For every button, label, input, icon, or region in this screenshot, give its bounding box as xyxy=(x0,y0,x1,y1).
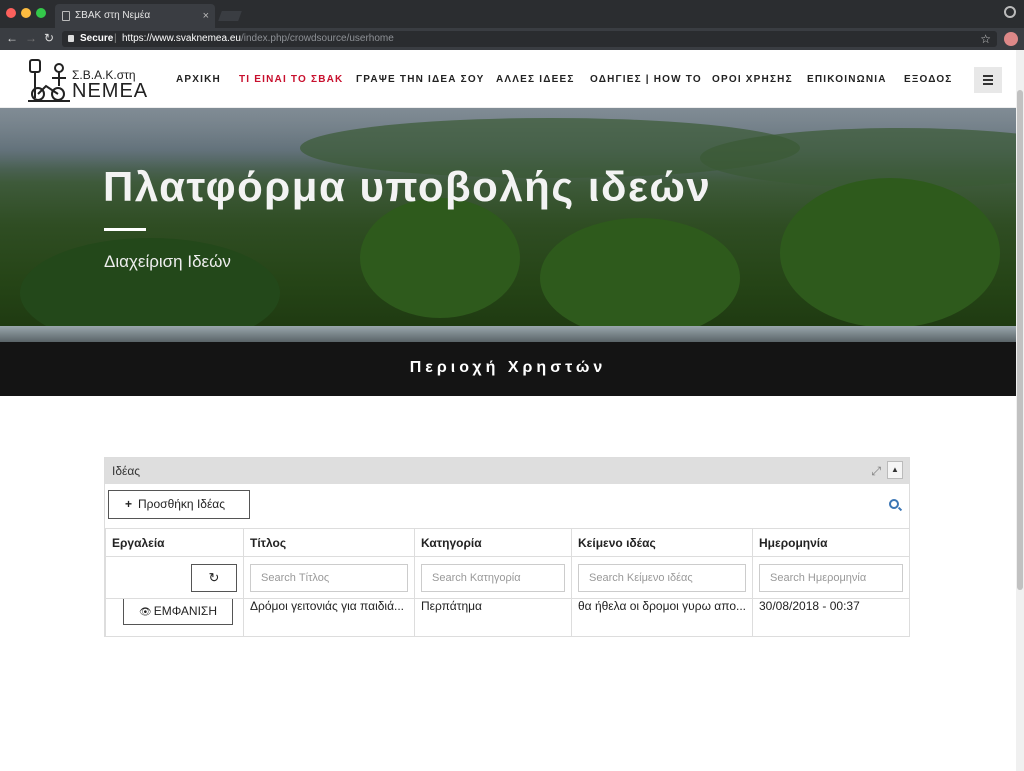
profile-icon[interactable] xyxy=(1004,6,1016,18)
show-idea-button[interactable]: 👁 ΕΜΦΑΝΙΣΗ xyxy=(123,599,233,625)
nav-other-ideas[interactable]: ΑΛΛΕΣ ΙΔΕΕΣ xyxy=(496,74,575,85)
column-header[interactable]: Κατηγορία xyxy=(414,528,572,557)
collapse-icon[interactable]: ▲ xyxy=(887,461,903,479)
secure-label: Secure xyxy=(80,33,114,44)
text-cell: θα ήθελα οι δρομοι γυρω απο... xyxy=(571,598,753,637)
nav-write-idea[interactable]: ΓΡΑΨΕ ΤΗΝ ΙΔΕΑ ΣΟΥ xyxy=(356,74,484,85)
site-logo[interactable]: Σ.Β.Α.Κ.στη ΝΕΜΕΑ xyxy=(28,58,147,102)
close-window-button[interactable] xyxy=(6,8,16,18)
tab-title: ΣΒΑΚ στη Νεμέα xyxy=(75,10,151,21)
tools-filter-cell: ↻ xyxy=(105,556,244,599)
url-path: /index.php/crowdsource/userhome xyxy=(240,33,394,44)
scrollbar-thumb[interactable] xyxy=(1017,90,1023,590)
search-icon[interactable] xyxy=(889,499,899,509)
ideas-panel: Ιδέας ⤢ ▲ + Προσθήκη Ιδέας Εργαλεία Τίτλο… xyxy=(104,457,910,637)
maximize-window-button[interactable] xyxy=(36,8,46,18)
nav-home[interactable]: ΑΡΧΙΚΗ xyxy=(176,74,221,85)
url-text: https://www.svaknemea.eu/index.php/crowd… xyxy=(122,31,394,47)
address-separator: | xyxy=(114,33,117,44)
text-filter-cell: Search Κείμενο ιδέας xyxy=(571,556,753,599)
category-filter-cell: Search Κατηγορία xyxy=(414,556,572,599)
title-filter-cell: Search Τίτλος xyxy=(243,556,415,599)
extension-icon[interactable] xyxy=(1004,32,1018,46)
title-cell: Δρόμοι γειτονιάς για παιδιά... xyxy=(243,598,415,637)
panel-header: Ιδέας ⤢ ▲ xyxy=(105,458,909,484)
column-header[interactable]: Ημερομηνία xyxy=(752,528,910,557)
section-band: Περιοχή Χρηστών xyxy=(0,342,1016,396)
ideas-table: Εργαλεία Τίτλος Κατηγορία Κείμενο ιδέας … xyxy=(105,528,910,637)
guard-rail xyxy=(0,326,1016,342)
nav-terms[interactable]: ΟΡΟΙ ΧΡΗΣΗΣ xyxy=(712,74,793,85)
refresh-button[interactable]: ↻ xyxy=(191,563,237,592)
address-bar[interactable]: Secure | https://www.svaknemea.eu/index.… xyxy=(62,31,997,47)
date-cell: 30/08/2018 - 00:37 xyxy=(752,598,910,637)
nav-instructions[interactable]: ΟΔΗΓΙΕΣ | HOW TO xyxy=(590,74,702,85)
plus-icon: + xyxy=(125,497,133,511)
minimize-window-button[interactable] xyxy=(21,8,31,18)
refresh-icon: ↻ xyxy=(208,569,220,585)
section-title: Περιοχή Χρηστών xyxy=(409,359,607,376)
column-header[interactable]: Τίτλος xyxy=(243,528,415,557)
table-header-row: Εργαλεία Τίτλος Κατηγορία Κείμενο ιδέας … xyxy=(105,528,910,557)
cyclist-logo-icon xyxy=(28,59,70,102)
hero-banner: Πλατφόρμα υποβολής ιδεών Διαχείριση Ιδεώ… xyxy=(0,108,1016,342)
nav-what-is-svak[interactable]: ΤΙ ΕΙΝΑΙ ΤΟ ΣΒΑΚ xyxy=(239,74,343,85)
reload-icon[interactable]: ↻ xyxy=(44,31,54,45)
tools-cell: 👁 ΕΜΦΑΝΙΣΗ xyxy=(105,598,244,637)
expand-icon[interactable]: ⤢ xyxy=(871,464,881,479)
category-cell: Περπάτημα xyxy=(414,598,572,637)
date-filter-cell: Search Ημερομηνία xyxy=(752,556,910,599)
nav-contact[interactable]: ΕΠΙΚΟΙΝΩΝΙΑ xyxy=(807,74,887,85)
eye-icon: 👁 xyxy=(138,607,152,618)
site-header: Σ.Β.Α.Κ.στη ΝΕΜΕΑ ΑΡΧΙΚΗ ΤΙ ΕΙΝΑΙ ΤΟ ΣΒΑ… xyxy=(0,50,1016,108)
table-row: 👁 ΕΜΦΑΝΙΣΗ Δρόμοι γειτονιάς για παιδιά...… xyxy=(105,598,910,637)
column-header: Εργαλεία xyxy=(105,528,244,557)
text-search-input[interactable]: Search Κείμενο ιδέας xyxy=(578,563,746,592)
browser-toolbar: ← → ↻ Secure | https://www.svaknemea.eu/… xyxy=(0,28,1024,50)
new-tab-button[interactable] xyxy=(218,11,242,21)
page-scrollbar[interactable] xyxy=(1016,50,1024,771)
column-header[interactable]: Κείμενο ιδέας xyxy=(571,528,753,557)
menu-icon[interactable] xyxy=(974,67,1002,93)
tree-shape xyxy=(780,178,1000,328)
browser-tab[interactable]: ΣΒΑΚ στη Νεμέα × xyxy=(55,4,215,28)
logo-text-bottom: ΝΕΜΕΑ xyxy=(72,80,149,102)
forward-icon[interactable]: → xyxy=(25,31,37,45)
url-host: https://www.svaknemea.eu xyxy=(122,33,241,44)
panel-title: Ιδέας xyxy=(112,464,141,478)
tree-shape xyxy=(360,198,520,318)
show-label: ΕΜΦΑΝΙΣΗ xyxy=(153,604,218,618)
lock-icon xyxy=(68,35,74,42)
tab-close-icon[interactable]: × xyxy=(203,4,209,28)
hero-subtitle: Διαχείριση Ιδεών xyxy=(104,252,231,271)
bookmark-star-icon[interactable]: ☆ xyxy=(980,31,991,47)
add-idea-button[interactable]: + Προσθήκη Ιδέας xyxy=(108,490,250,519)
browser-tab-bar: ΣΒΑΚ στη Νεμέα × xyxy=(0,0,1024,28)
page-icon xyxy=(62,11,70,21)
add-idea-label: Προσθήκη Ιδέας xyxy=(138,497,226,511)
category-search-input[interactable]: Search Κατηγορία xyxy=(421,563,565,592)
date-search-input[interactable]: Search Ημερομηνία xyxy=(759,563,903,592)
tree-shape xyxy=(540,218,740,338)
back-icon[interactable]: ← xyxy=(6,31,18,45)
hero-title: Πλατφόρμα υποβολής ιδεών xyxy=(103,163,712,210)
hero-divider xyxy=(104,228,146,231)
nav-logout[interactable]: ΕΞΟΔΟΣ xyxy=(904,74,953,85)
title-search-input[interactable]: Search Τίτλος xyxy=(250,563,408,592)
filter-row: ↻ Search Τίτλος Search Κατηγορία Search … xyxy=(105,556,910,599)
